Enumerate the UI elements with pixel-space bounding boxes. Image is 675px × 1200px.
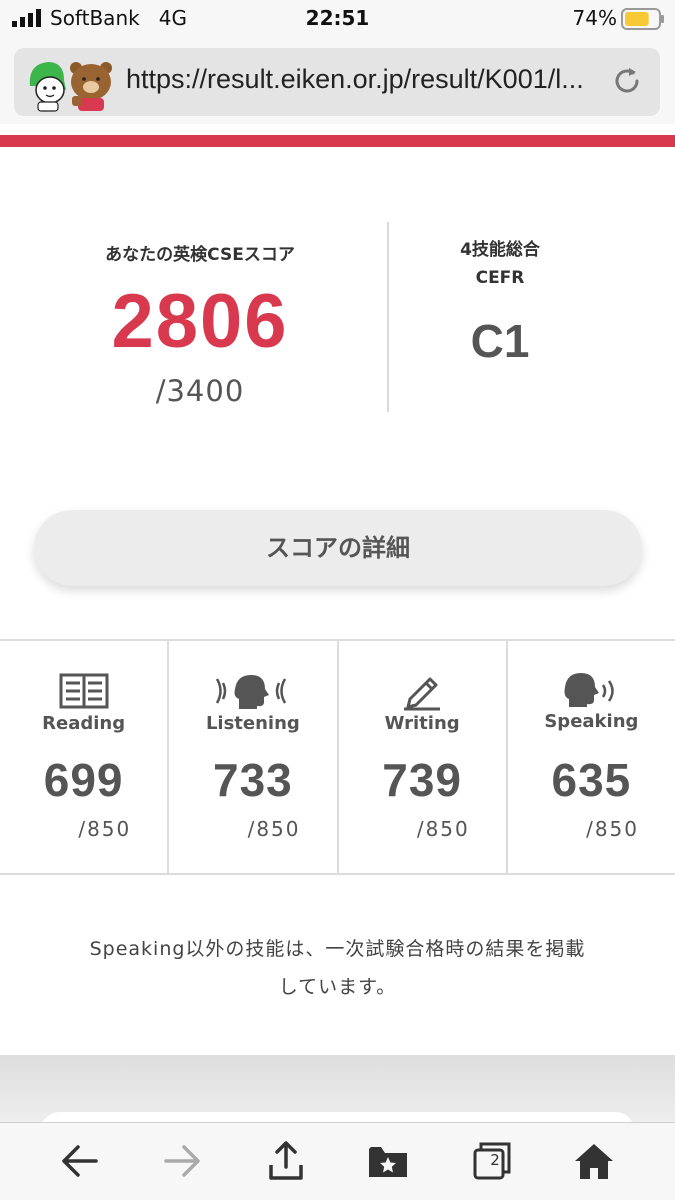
skill-max: /850	[416, 817, 470, 841]
score-details-button[interactable]: スコアの詳細	[34, 510, 642, 586]
skill-writing: Writing 739 /850	[339, 641, 508, 873]
skill-score: 733	[213, 754, 293, 806]
skill-score: 699	[43, 754, 124, 806]
skill-max: /850	[247, 817, 301, 841]
skill-name: Speaking	[544, 711, 639, 732]
listening-head-icon	[215, 675, 286, 709]
skill-speaking: Speaking 635 /850	[508, 641, 675, 873]
bookmark-folder-icon	[369, 1147, 407, 1177]
skill-max: /850	[586, 817, 639, 841]
url-text[interactable]: https://result.eiken.or.jp/result/K001/l…	[126, 64, 614, 95]
tabs-button[interactable]: 2	[470, 1139, 514, 1183]
cefr-value: C1	[470, 315, 530, 367]
accent-divider	[0, 135, 675, 147]
tab-count: 2	[490, 1151, 500, 1169]
skill-max: /850	[78, 817, 132, 841]
skill-score: 635	[551, 754, 632, 806]
share-button[interactable]	[264, 1139, 308, 1183]
reload-icon[interactable]	[610, 64, 644, 98]
forward-arrow-icon	[164, 1145, 200, 1177]
back-button[interactable]	[58, 1139, 102, 1183]
mascot-characters-icon	[29, 62, 112, 112]
bookmarks-button[interactable]	[366, 1139, 410, 1183]
cefr-label-line2: CEFR	[475, 268, 525, 288]
cse-score-label: あなたの英検CSEスコア	[105, 245, 295, 265]
tabs-icon: 2	[473, 1142, 511, 1180]
skills-grid: Reading 699 /850 Listening 733 /850 Writ…	[0, 639, 675, 875]
skill-score: 739	[382, 754, 462, 806]
skill-name: Writing	[384, 713, 460, 734]
browser-address-area: https://result.eiken.or.jp/result/K001/l…	[0, 40, 675, 124]
back-arrow-icon	[62, 1145, 98, 1177]
battery-icon	[621, 8, 664, 30]
cse-score-max: /3400	[155, 374, 245, 408]
browser-toolbar: 2	[0, 1122, 675, 1200]
cefr-label-line1: 4技能総合	[460, 240, 540, 260]
forward-button[interactable]	[160, 1139, 204, 1183]
pencil-icon	[404, 677, 441, 711]
status-bar: SoftBank 4G 22:51 74%	[0, 0, 675, 40]
book-icon	[59, 673, 109, 709]
note-line1: Speaking以外の技能は、一次試験合格時の結果を掲載	[89, 938, 586, 960]
home-button[interactable]	[572, 1139, 616, 1183]
battery-percentage: 74%	[572, 6, 617, 30]
skill-name: Listening	[205, 713, 300, 734]
share-icon	[269, 1141, 303, 1180]
skill-reading: Reading 699 /850	[0, 641, 170, 873]
home-icon	[575, 1144, 613, 1179]
skill-listening: Listening 733 /850	[169, 641, 339, 873]
speaking-note: Speaking以外の技能は、一次試験合格時の結果を掲載 しています。	[40, 930, 635, 1006]
cefr-label: 4技能総合 CEFR	[400, 236, 600, 292]
vertical-divider	[387, 222, 389, 412]
cse-score-value: 2806	[111, 279, 289, 364]
note-line2: しています。	[278, 976, 397, 998]
skill-name: Reading	[42, 713, 126, 734]
speaking-head-icon	[564, 673, 615, 707]
address-bar[interactable]: https://result.eiken.or.jp/result/K001/l…	[14, 48, 660, 116]
